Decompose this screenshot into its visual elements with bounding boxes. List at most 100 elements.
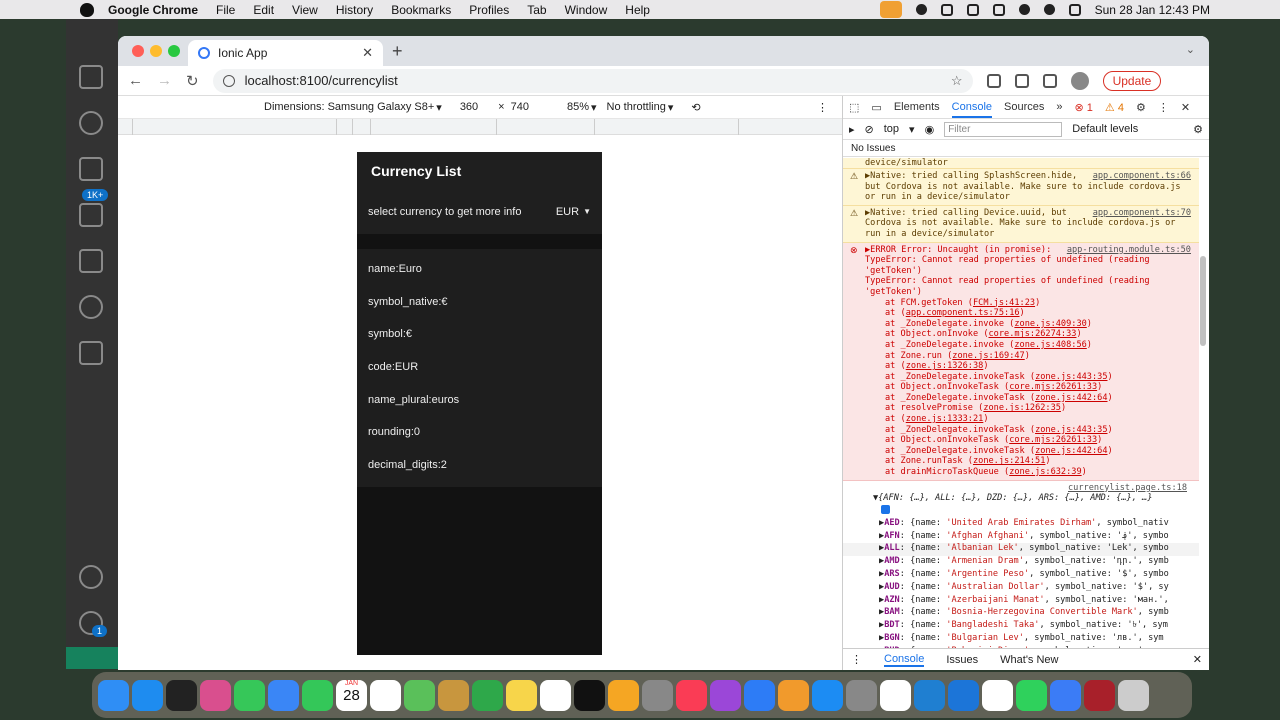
browser-tab[interactable]: Ionic App ✕ xyxy=(188,40,383,66)
dock-safari-icon[interactable] xyxy=(132,679,163,711)
dock-pages-icon[interactable] xyxy=(778,679,809,711)
dock-system-settings-icon[interactable] xyxy=(846,679,877,711)
source-link[interactable]: app.component.ts:70 xyxy=(1093,208,1191,219)
currency-select[interactable]: EUR xyxy=(556,206,579,218)
warning-count-badge[interactable]: ⚠ 4 xyxy=(1105,101,1124,114)
dock-keynote-icon[interactable] xyxy=(744,679,775,711)
tab-elements[interactable]: Elements xyxy=(894,101,940,113)
site-info-icon[interactable] xyxy=(222,74,235,87)
reload-button[interactable]: ↻ xyxy=(186,72,199,90)
stack-location-link[interactable]: core.mjs:26261:33 xyxy=(1009,382,1097,392)
menu-edit[interactable]: Edit xyxy=(253,3,274,17)
object-property-row[interactable]: ▶AZN: {name: 'Azerbaijani Manat', symbol… xyxy=(843,595,1199,608)
dock-screenshot-icon[interactable] xyxy=(642,679,673,711)
dock-facetime-icon[interactable] xyxy=(302,679,333,711)
menu-profiles[interactable]: Profiles xyxy=(469,3,509,17)
dock-xcode-icon[interactable] xyxy=(948,679,979,711)
url-text[interactable]: localhost:8100/currencylist xyxy=(245,73,398,88)
menu-window[interactable]: Window xyxy=(565,3,608,17)
stack-location-link[interactable]: zone.js:443:35 xyxy=(1035,372,1107,382)
dock-finder-icon[interactable] xyxy=(98,679,129,711)
dock-calendar-icon[interactable]: JAN 28 xyxy=(336,679,367,711)
update-button[interactable]: Update xyxy=(1102,70,1162,91)
context-select[interactable]: top xyxy=(884,123,899,135)
object-property-row[interactable]: ▶ALL: {name: 'Albanian Lek', symbol_nati… xyxy=(843,543,1199,557)
more-options-icon[interactable]: ⋮ xyxy=(817,101,828,114)
object-property-row[interactable]: ▶AFN: {name: 'Afghan Afghani', symbol_na… xyxy=(843,531,1199,544)
dock-trash-icon[interactable] xyxy=(1118,679,1149,711)
dock-freeform-icon[interactable] xyxy=(540,679,571,711)
device-height-input[interactable]: 740 xyxy=(511,101,529,113)
dock-contacts-icon[interactable] xyxy=(438,679,469,711)
more-tabs-icon[interactable]: » xyxy=(1056,101,1062,113)
inspect-element-icon[interactable]: ⬚ xyxy=(849,101,859,114)
stack-location-link[interactable]: core.mjs:26261:33 xyxy=(1009,435,1097,445)
ionic-icon[interactable] xyxy=(79,295,103,319)
battery-icon[interactable] xyxy=(992,3,1005,16)
menu-tab[interactable]: Tab xyxy=(527,3,546,17)
control-center-icon[interactable] xyxy=(1068,3,1081,16)
stack-location-link[interactable]: zone.js:408:56 xyxy=(1014,340,1086,350)
stack-location-link[interactable]: zone.js:1262:35 xyxy=(983,403,1061,413)
dock-chrome-icon[interactable] xyxy=(880,679,911,711)
window-icon[interactable] xyxy=(966,3,979,16)
stack-location-link[interactable]: zone.js:442:64 xyxy=(1035,446,1107,456)
stack-location-link[interactable]: zone.js:1333:21 xyxy=(906,414,984,424)
profile-avatar[interactable] xyxy=(1070,71,1089,90)
object-property-row[interactable]: ▶AED: {name: 'United Arab Emirates Dirha… xyxy=(843,518,1199,531)
devtools-settings-gear-icon[interactable]: ⚙ xyxy=(1136,101,1146,114)
throttling-select[interactable]: No throttling xyxy=(607,101,666,113)
record-icon[interactable] xyxy=(915,4,927,15)
stack-location-link[interactable]: zone.js:214:51 xyxy=(973,456,1045,466)
dock-vscode-icon[interactable] xyxy=(914,679,945,711)
drawer-menu-icon[interactable]: ⋮ xyxy=(851,653,862,666)
menu-app-name[interactable]: Google Chrome xyxy=(108,3,198,17)
close-tab-icon[interactable]: ✕ xyxy=(362,45,373,61)
live-expression-eye-icon[interactable]: ◉ xyxy=(925,123,935,136)
menu-view[interactable]: View xyxy=(292,3,318,17)
tab-console[interactable]: Console xyxy=(951,101,993,118)
dock-messenger-icon[interactable] xyxy=(1050,679,1081,711)
screen-share-icon[interactable] xyxy=(940,3,953,16)
dock-numbers-icon[interactable] xyxy=(472,679,503,711)
stack-location-link[interactable]: zone.js:409:30 xyxy=(1014,319,1086,329)
console-scrollbar[interactable] xyxy=(1200,256,1206,346)
dock-music-icon[interactable] xyxy=(676,679,707,711)
device-dimensions-select[interactable]: Dimensions: Samsung Galaxy S8+ xyxy=(264,101,434,113)
wifi-icon[interactable] xyxy=(1018,4,1030,15)
eyedropper-icon[interactable] xyxy=(986,73,1001,88)
drawer-tab-whats-new[interactable]: What's New xyxy=(1000,654,1058,666)
side-panel-icon[interactable] xyxy=(1042,73,1057,88)
dock-reminders-icon[interactable] xyxy=(370,679,401,711)
object-property-row[interactable]: ▶AUD: {name: 'Australian Dollar', symbol… xyxy=(843,582,1199,595)
stack-location-link[interactable]: core.mjs:26274:33 xyxy=(989,329,1077,339)
source-link[interactable]: app.component.ts:66 xyxy=(1093,171,1191,182)
extensions-icon[interactable] xyxy=(79,249,103,273)
device-width-input[interactable]: 360 xyxy=(460,101,478,113)
back-button[interactable]: ← xyxy=(128,72,143,89)
dock-mail-icon[interactable] xyxy=(268,679,299,711)
microphone-icon[interactable] xyxy=(879,1,902,18)
address-bar[interactable]: localhost:8100/currencylist ☆ xyxy=(212,68,973,93)
stack-location-link[interactable]: FCM.js:41:23 xyxy=(973,298,1035,308)
sidebar-toggle-icon[interactable]: ▸ xyxy=(849,123,855,136)
dock-notes-icon[interactable] xyxy=(506,679,537,711)
console-settings-gear-icon[interactable]: ⚙ xyxy=(1193,123,1203,136)
console-filter-input[interactable]: Filter xyxy=(944,121,1063,137)
new-tab-button[interactable]: + xyxy=(392,41,403,62)
angular-icon[interactable] xyxy=(79,341,103,365)
source-link[interactable]: app-routing.module.ts:50 xyxy=(1067,245,1191,256)
object-summary[interactable]: ▼{AFN: {…}, ALL: {…}, DZD: {…}, ARS: {…}… xyxy=(873,493,1187,504)
menubar-clock[interactable]: Sun 28 Jan 12:43 PM xyxy=(1095,3,1210,17)
devtools-more-icon[interactable]: ⋮ xyxy=(1158,101,1169,114)
apple-icon[interactable] xyxy=(80,2,94,17)
dock-teamviewer-icon[interactable] xyxy=(982,679,1013,711)
dock-launchpad-icon[interactable] xyxy=(200,679,231,711)
object-property-row[interactable]: ▶AMD: {name: 'Armenian Dram', symbol_nat… xyxy=(843,556,1199,569)
error-count-badge[interactable]: ⊗ 1 xyxy=(1075,101,1093,114)
currency-select-item[interactable]: select currency to get more info EUR ▼ xyxy=(357,189,602,234)
device-toggle-icon[interactable]: ▭ xyxy=(871,101,881,114)
dock-whatsapp-icon[interactable] xyxy=(1016,679,1047,711)
issues-bar[interactable]: No Issues xyxy=(843,140,1209,157)
run-debug-icon[interactable] xyxy=(79,203,103,227)
